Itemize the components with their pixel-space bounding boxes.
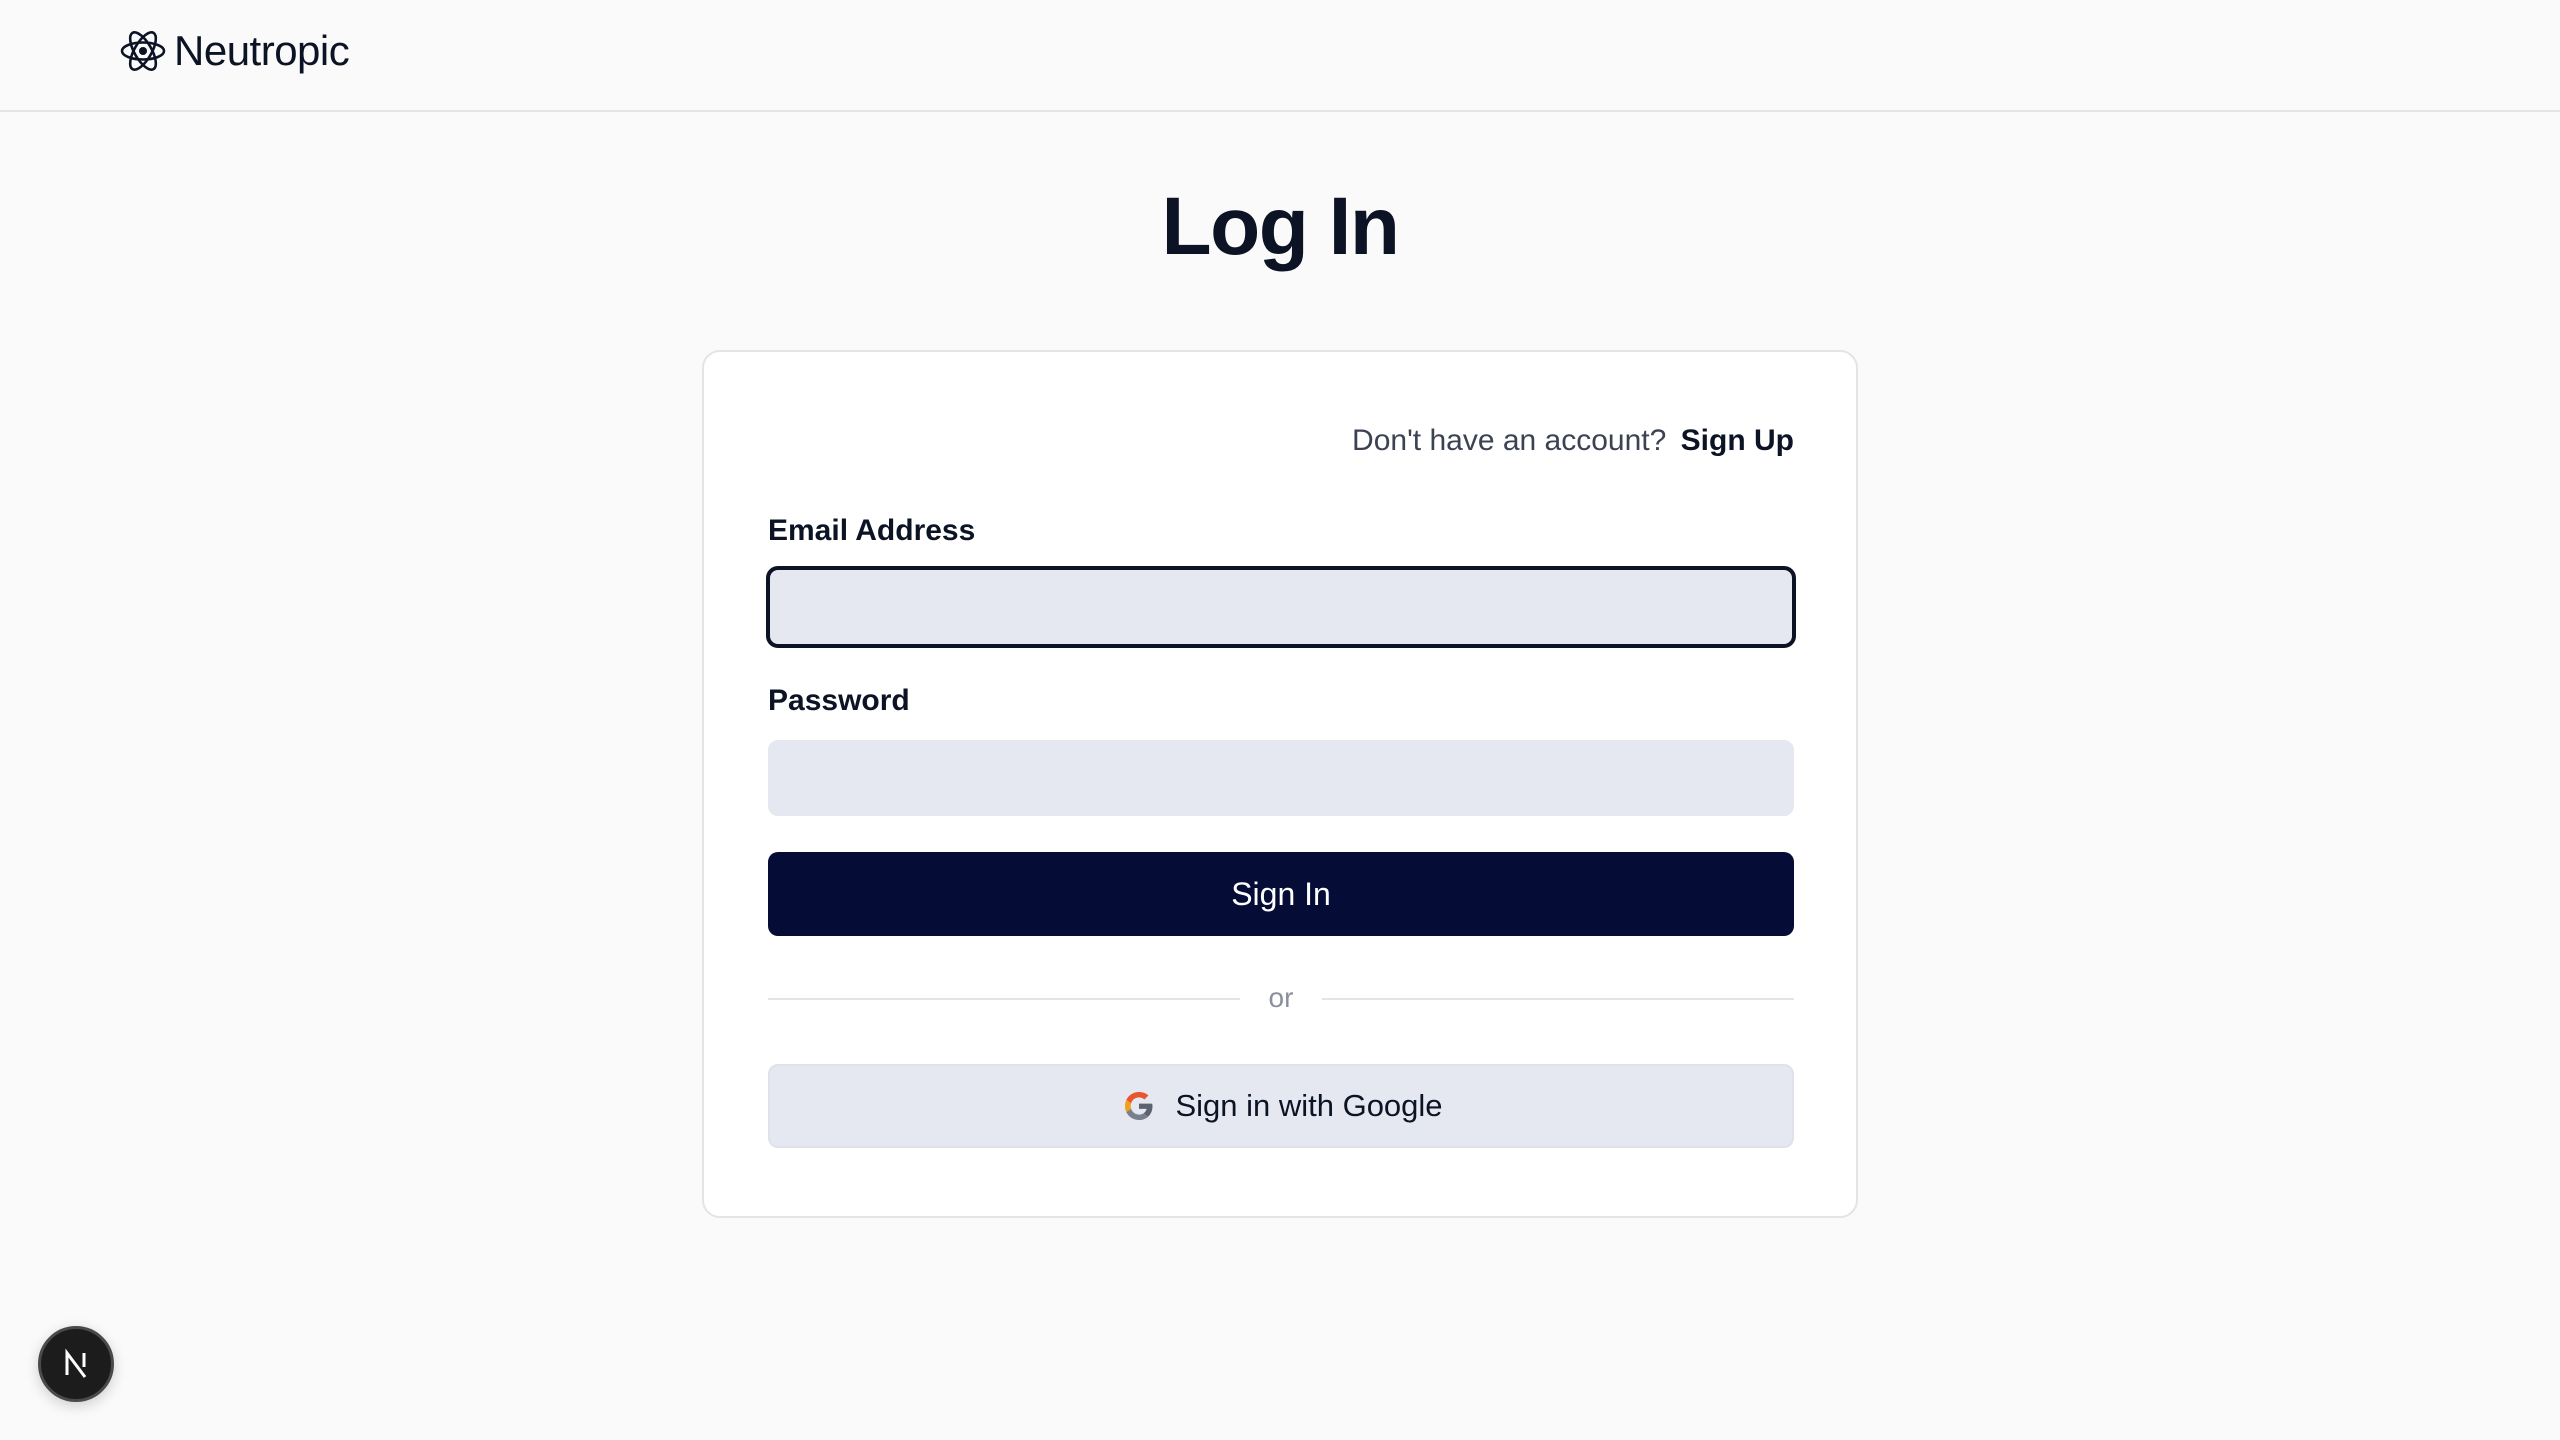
nextjs-icon: N [65, 1348, 87, 1378]
divider-line-right [1322, 998, 1794, 1000]
email-field[interactable] [766, 566, 1796, 648]
page-title: Log In [1161, 181, 1400, 272]
password-label: Password [768, 684, 910, 717]
brand-logo-link[interactable]: Neutropic [118, 26, 350, 76]
password-field[interactable] [768, 740, 1794, 816]
or-divider: or [768, 978, 1794, 1018]
google-sign-in-button[interactable]: Sign in with Google [768, 1064, 1794, 1148]
signup-prompt-text: Don't have an account? [1352, 424, 1667, 457]
top-navbar: Neutropic [0, 0, 2560, 112]
signup-link[interactable]: Sign Up [1681, 424, 1794, 457]
google-button-label: Sign in with Google [1175, 1088, 1443, 1123]
signup-prompt-row: Don't have an account? Sign Up [1352, 424, 1794, 458]
brand-name: Neutropic [174, 27, 350, 74]
sign-in-button[interactable]: Sign In [768, 852, 1794, 936]
nextjs-dev-badge[interactable]: N [38, 1326, 114, 1402]
email-label: Email Address [768, 514, 976, 547]
login-card: Don't have an account? Sign Up Email Add… [702, 350, 1858, 1218]
atom-icon [120, 31, 166, 71]
google-g-icon [1125, 1092, 1153, 1120]
